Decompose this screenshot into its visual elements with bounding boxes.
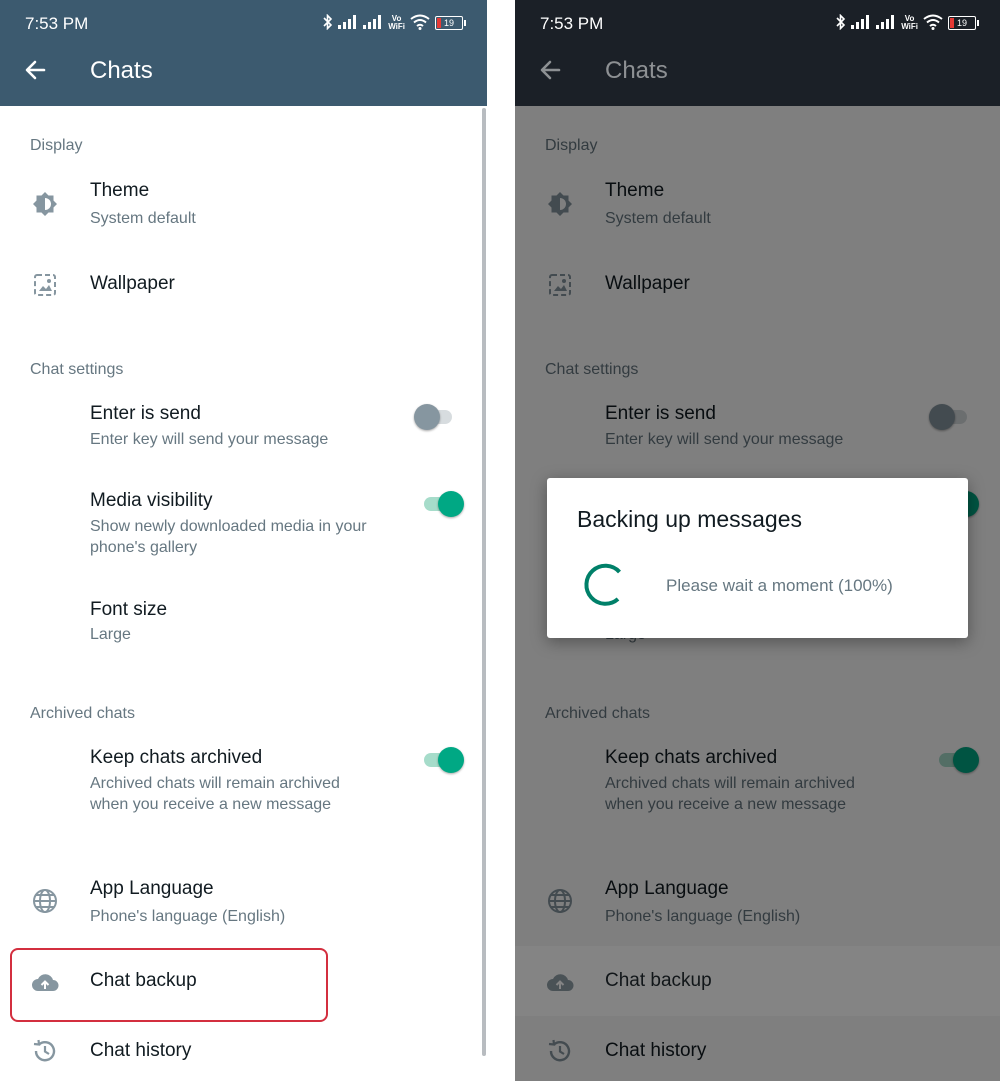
loading-spinner-icon: [582, 562, 628, 608]
settings-screen-backing-up: 7:53 PM VoWiFi 19 Chats Display: [515, 0, 1000, 1081]
status-icons: Vo WiFi 19: [323, 12, 466, 34]
section-header-archived-chats: Archived chats: [30, 705, 135, 722]
wallpaper-icon: [30, 270, 60, 300]
setting-title: Theme: [90, 180, 150, 201]
signal-icon: [851, 14, 871, 32]
setting-title: Enter is send: [90, 403, 201, 424]
screenshot-divider: [487, 0, 515, 1081]
globe-icon: [30, 886, 60, 916]
status-time: 7:53 PM: [540, 14, 604, 33]
signal-icon: [338, 14, 358, 32]
wifi-icon: [923, 14, 943, 33]
back-arrow-icon[interactable]: [22, 56, 50, 84]
section-header-chat-settings: Chat settings: [30, 361, 124, 378]
page-title: Chats: [90, 57, 153, 84]
setting-subtitle: Large: [90, 626, 131, 643]
section-header-display: Display: [30, 137, 83, 154]
scrollbar[interactable]: [482, 108, 486, 1056]
dialog-title: Backing up messages: [577, 506, 803, 532]
app-bar: 7:53 PM Vo WiFi 19 Chats: [0, 0, 487, 106]
setting-subtitle: Archived chats will remain archived when…: [90, 775, 340, 813]
signal-icon: [876, 14, 896, 32]
settings-list: Display Theme System default Wallpaper C…: [0, 106, 487, 1081]
vowifi-icon: Vo WiFi: [901, 14, 918, 31]
setting-title: Keep chats archived: [90, 747, 263, 768]
setting-title: Wallpaper: [90, 273, 175, 294]
status-icons: Vo WiFi 19: [836, 12, 979, 34]
dialog-message: Please wait a moment (100%): [666, 576, 893, 595]
battery-icon: 19: [435, 16, 466, 30]
setting-title: Chat history: [90, 1040, 192, 1061]
setting-subtitle: System default: [90, 210, 196, 227]
page-title: Chats: [605, 57, 668, 84]
keep-chats-archived-toggle[interactable]: [422, 747, 464, 773]
setting-title: Media visibility: [90, 490, 213, 511]
bluetooth-icon: [323, 13, 333, 33]
highlight-box: [10, 948, 328, 1022]
settings-screen-normal: 7:53 PM Vo WiFi 19 Chats Display Theme S…: [0, 0, 487, 1081]
backup-progress-dialog: Backing up messages Please wait a moment…: [547, 478, 968, 638]
setting-subtitle: Show newly downloaded media in your phon…: [90, 518, 367, 556]
history-icon: [30, 1036, 60, 1066]
setting-title: Font size: [90, 599, 168, 620]
brightness-icon: [30, 189, 60, 219]
status-time: 7:53 PM: [25, 14, 89, 33]
battery-icon: 19: [948, 16, 979, 30]
signal-icon: [363, 14, 383, 32]
app-bar: 7:53 PM Vo WiFi 19 Chats: [515, 0, 1000, 106]
back-arrow-icon: [537, 56, 565, 84]
setting-title: App Language: [90, 878, 214, 899]
enter-is-send-toggle[interactable]: [414, 404, 456, 430]
setting-subtitle: Enter key will send your message: [90, 431, 329, 448]
media-visibility-toggle[interactable]: [422, 491, 464, 517]
bluetooth-icon: [836, 13, 846, 33]
setting-subtitle: Phone's language (English): [90, 908, 286, 925]
vowifi-icon: Vo WiFi: [388, 14, 405, 31]
pressed-row-highlight: [515, 946, 1000, 1016]
wifi-icon: [410, 14, 430, 33]
